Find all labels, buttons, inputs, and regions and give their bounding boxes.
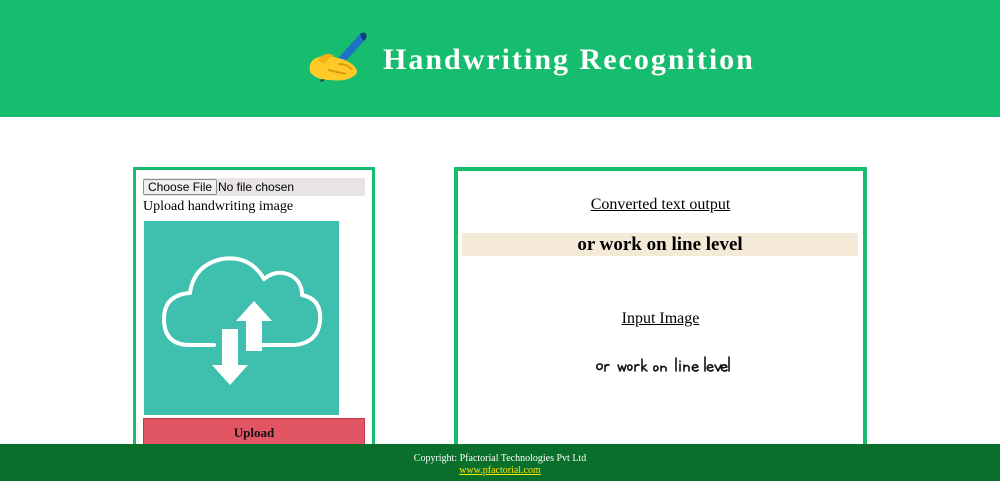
cloud-upload-download-icon <box>162 256 323 385</box>
upload-instruction: Upload handwriting image <box>143 199 294 214</box>
converted-text-heading: Converted text output <box>590 196 731 213</box>
input-image-heading: Input Image <box>621 310 700 327</box>
footer-website-link[interactable]: www.pfactorial.com <box>0 465 1000 477</box>
site-header: Handwriting Recognition <box>0 0 1000 117</box>
converted-text-band: or work on line level <box>462 233 858 256</box>
site-footer: Copyright: Pfactorial Technologies Pvt L… <box>0 444 1000 481</box>
writing-hand-icon <box>309 32 367 82</box>
converted-text-output: or work on line level <box>577 234 743 255</box>
file-status-text: No file chosen <box>218 180 295 194</box>
choose-file-button[interactable]: Choose File <box>143 179 218 195</box>
handwriting-sample-image <box>596 356 730 372</box>
footer-copyright: Copyright: Pfactorial Technologies Pvt L… <box>413 453 587 464</box>
page-title: Handwriting Recognition <box>383 43 755 76</box>
result-panel: Converted text output or work on line le… <box>454 167 867 461</box>
file-input[interactable]: Choose File No file chosen <box>143 178 365 196</box>
upload-illustration[interactable] <box>144 221 339 415</box>
upload-panel: Choose File No file chosen Upload handwr… <box>133 167 375 460</box>
